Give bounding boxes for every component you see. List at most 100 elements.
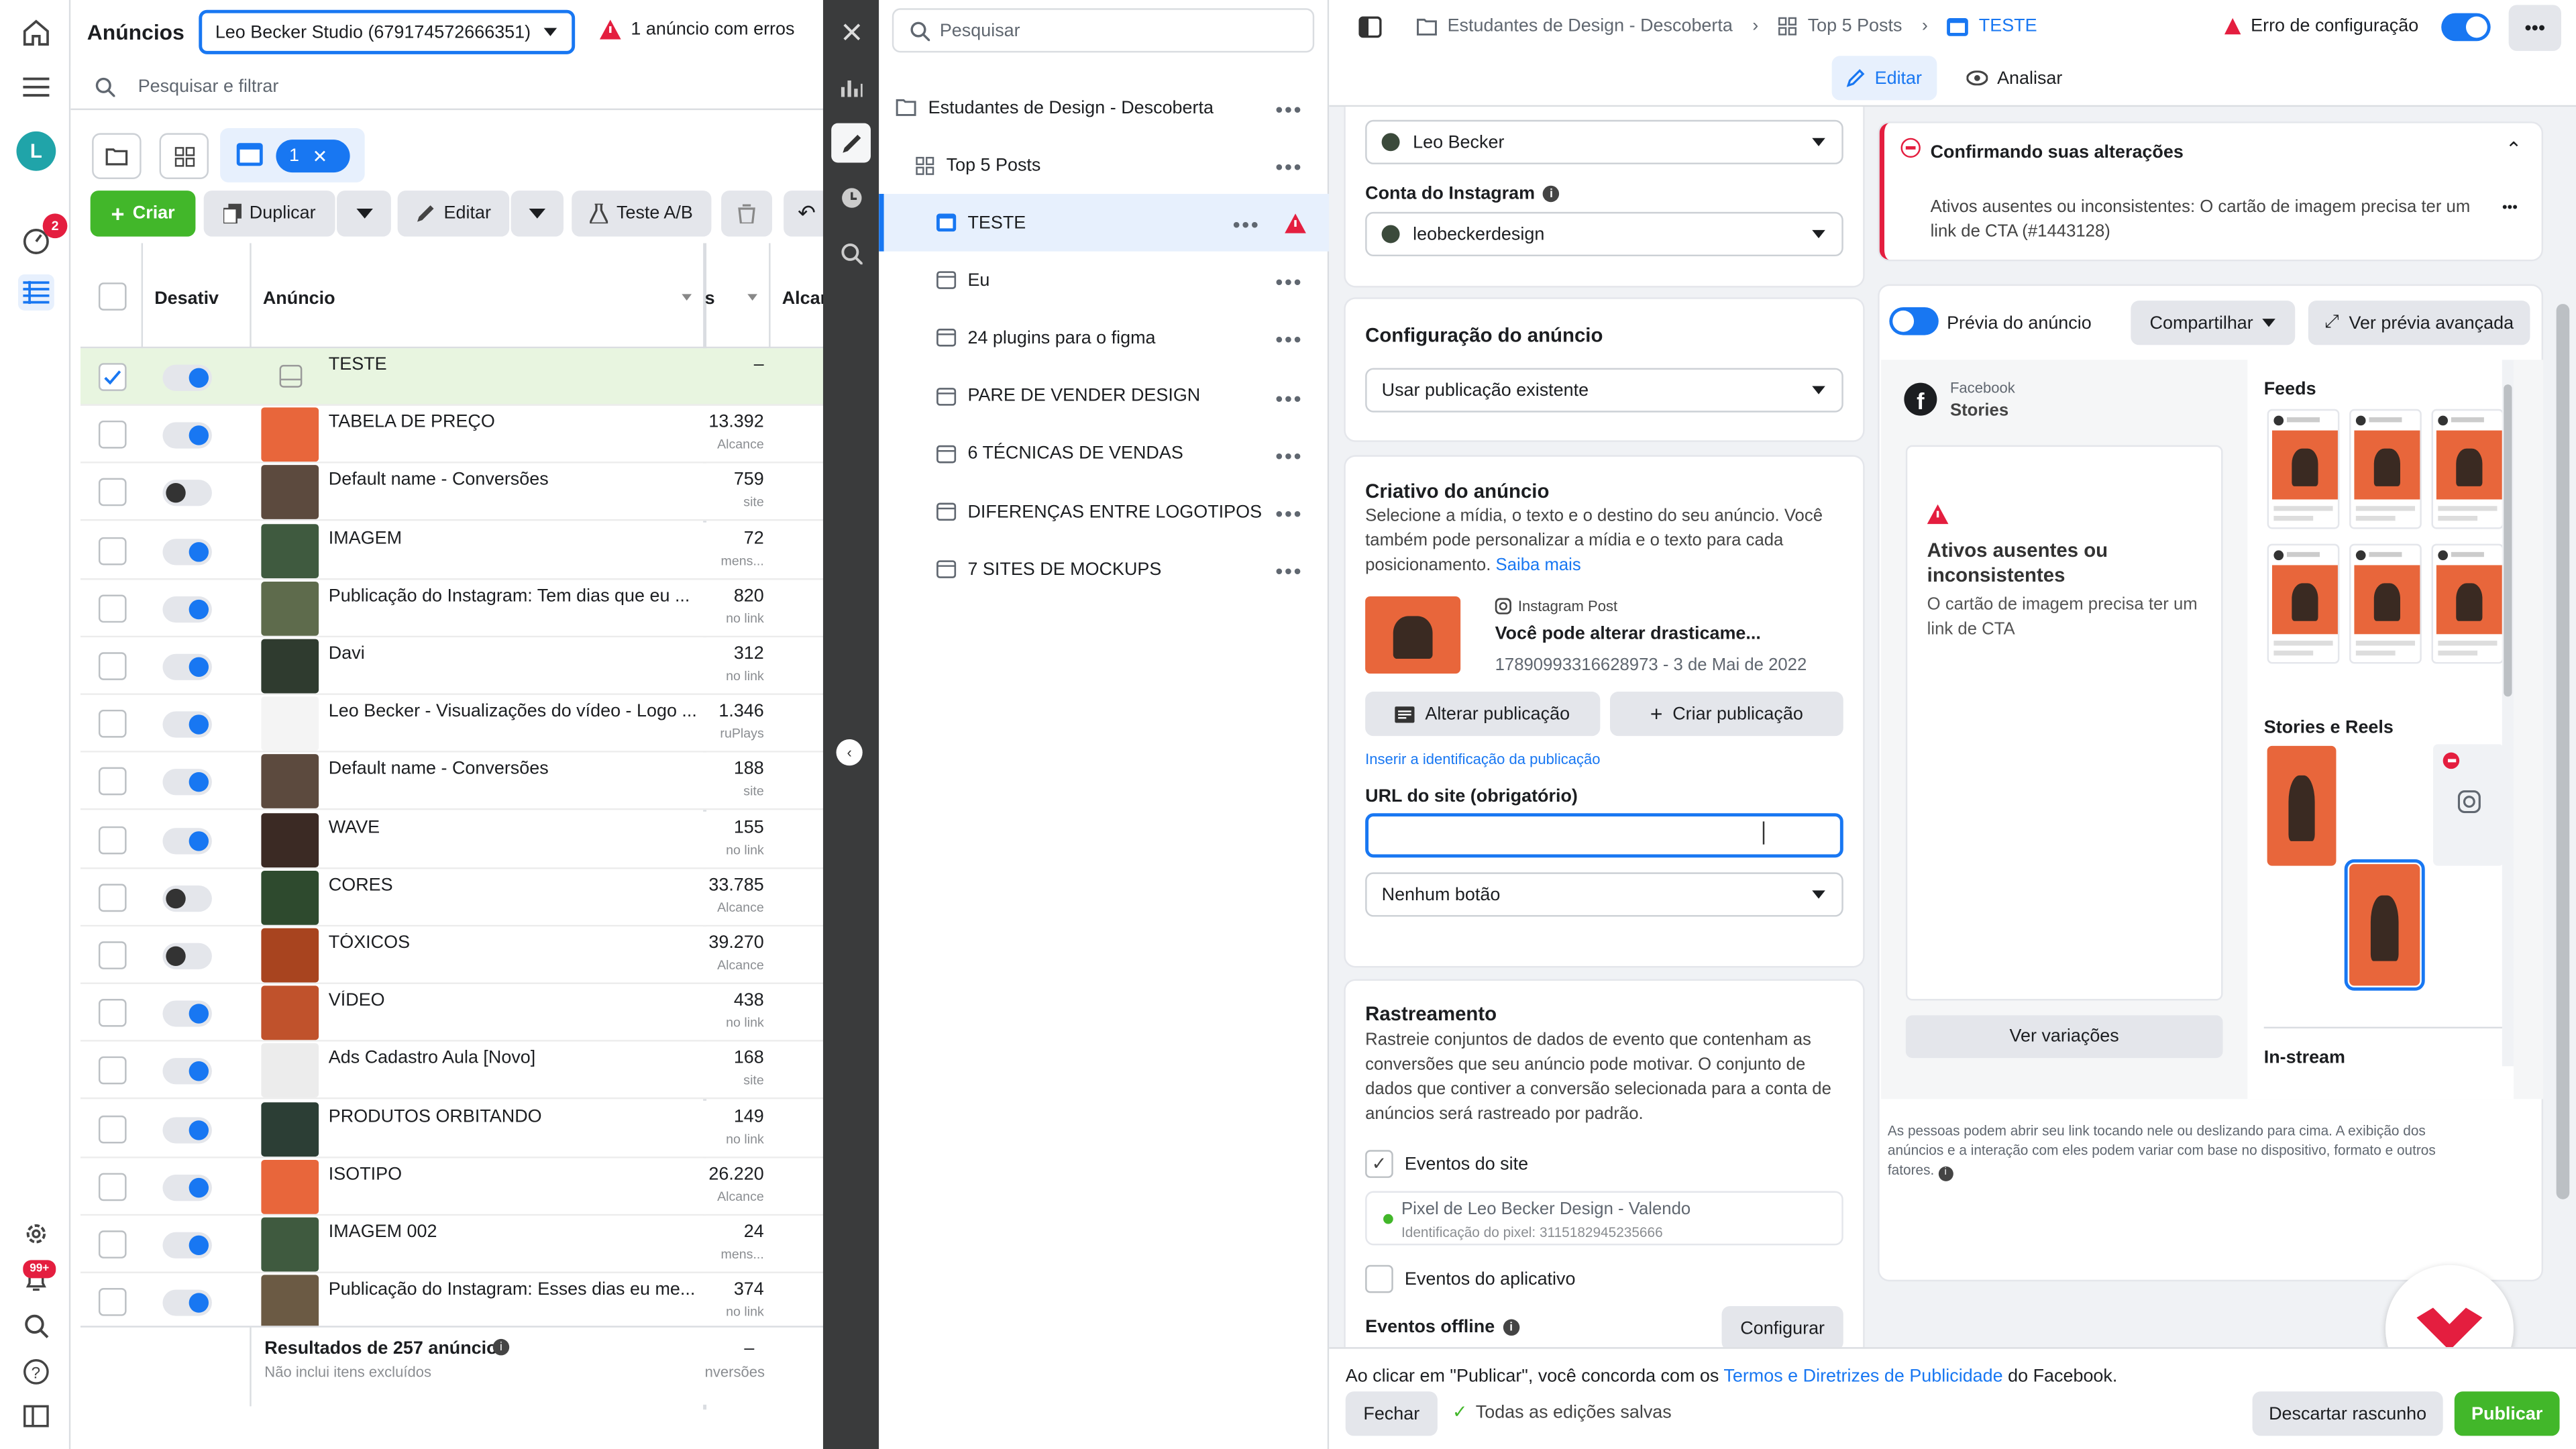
ad-name[interactable]: VÍDEO	[329, 991, 698, 1010]
table-row[interactable]: PRODUTOS ORBITANDO 149 no link	[80, 1099, 823, 1158]
tree-search[interactable]: Pesquisar	[892, 8, 1315, 53]
cta-select[interactable]: Nenhum botão	[1365, 872, 1843, 917]
ad-toggle[interactable]	[162, 653, 212, 680]
table-row[interactable]: TÓXICOS 39.270 Alcance	[80, 926, 823, 984]
page-select[interactable]: Leo Becker	[1365, 119, 1843, 164]
pixel-row[interactable]: Pixel de Leo Becker Design - Valendo Ide…	[1365, 1191, 1843, 1246]
col-off[interactable]: Desativ	[154, 289, 219, 309]
ad-toggle[interactable]	[162, 885, 212, 912]
create-button[interactable]: + Criar	[90, 191, 196, 237]
more-icon[interactable]: •••	[1275, 270, 1303, 294]
menu-icon[interactable]	[18, 69, 54, 105]
ad-toggle[interactable]	[162, 538, 212, 565]
table-row[interactable]: Default name - Conversões 759 site	[80, 464, 823, 522]
col-ad[interactable]: Anúncio	[263, 289, 335, 309]
gear-icon[interactable]	[18, 1216, 54, 1252]
row-checkbox[interactable]	[98, 883, 127, 912]
more-icon[interactable]: •••	[1275, 443, 1303, 468]
ad-toggle[interactable]	[162, 827, 212, 854]
row-checkbox[interactable]	[98, 421, 127, 449]
ad-toggle[interactable]	[162, 769, 212, 796]
ad-toggle[interactable]	[162, 1289, 212, 1317]
info-icon[interactable]: i	[1938, 1166, 1953, 1181]
row-checkbox[interactable]	[98, 767, 127, 796]
sort-icon[interactable]	[682, 294, 692, 301]
tree-adset[interactable]: Top 5 Posts •••	[879, 136, 1329, 194]
ad-toggle[interactable]	[162, 1232, 212, 1258]
ig-select[interactable]: leobeckerdesign	[1365, 211, 1843, 257]
feed-placement-thumb[interactable]	[2349, 543, 2422, 664]
ad-toggle[interactable]	[162, 364, 212, 391]
ad-toggle[interactable]	[162, 711, 212, 739]
share-button[interactable]: Compartilhar	[2131, 301, 2296, 345]
collapse-panel-button[interactable]: ‹	[836, 739, 863, 766]
ad-name[interactable]: ISOTIPO	[329, 1165, 698, 1184]
breadcrumb-adset[interactable]: Top 5 Posts	[1808, 16, 1902, 36]
ad-toggle[interactable]	[162, 1174, 212, 1201]
row-checkbox[interactable]	[98, 478, 127, 507]
terms-link[interactable]: Termos e Diretrizes de Publicidade	[1723, 1367, 2002, 1387]
ad-name[interactable]: Leo Becker - Visualizações do vídeo - Lo…	[329, 702, 698, 721]
info-icon[interactable]: i	[1503, 1319, 1519, 1336]
info-icon[interactable]: i	[492, 1338, 510, 1356]
app-events-checkbox[interactable]: Eventos do aplicativo	[1365, 1265, 1575, 1293]
table-row[interactable]: Publicação do Instagram: Tem dias que eu…	[80, 579, 823, 637]
ad-toggle[interactable]	[162, 480, 212, 507]
ad-name[interactable]: WAVE	[329, 818, 698, 837]
table-row[interactable]: Davi 312 no link	[80, 637, 823, 695]
edit-menu-button[interactable]	[511, 191, 564, 237]
ab-test-button[interactable]: Teste A/B	[572, 191, 712, 237]
table-row[interactable]: Default name - Conversões 188 site	[80, 753, 823, 811]
publish-button[interactable]: Publicar	[2454, 1391, 2560, 1436]
ad-name[interactable]: Ads Cadastro Aula [Novo]	[329, 1049, 698, 1068]
table-row[interactable]: CORES 33.785 Alcance	[80, 869, 823, 926]
ad-toggle[interactable]	[162, 1000, 212, 1028]
tree-ad-item[interactable]: Eu •••	[879, 252, 1329, 309]
tree-campaign[interactable]: Estudantes de Design - Descoberta •••	[879, 79, 1329, 137]
advanced-preview-button[interactable]: ⤢ Ver prévia avançada	[2308, 301, 2530, 345]
folder-view-button[interactable]	[92, 133, 142, 179]
home-icon[interactable]	[18, 15, 54, 51]
row-checkbox[interactable]	[98, 652, 127, 680]
learn-more-link[interactable]: Saiba mais	[1496, 555, 1581, 575]
adconfig-select[interactable]: Usar publicação existente	[1365, 368, 1843, 413]
row-checkbox[interactable]	[98, 594, 127, 623]
scrollbar[interactable]	[2502, 360, 2514, 1067]
ad-name[interactable]: TABELA DE PREÇO	[329, 413, 698, 432]
story-preview[interactable]: Ativos ausentes ou inconsistentes O cart…	[1905, 445, 2223, 1001]
close-button[interactable]: Fechar	[1345, 1391, 1438, 1436]
config-error[interactable]: Erro de configuração	[2224, 16, 2418, 36]
row-checkbox[interactable]	[98, 536, 127, 565]
ad-name[interactable]: Davi	[329, 644, 698, 663]
row-checkbox[interactable]	[98, 825, 127, 854]
ad-name[interactable]: Default name - Conversões	[329, 759, 698, 779]
editor-scrollbar[interactable]	[2553, 107, 2573, 1347]
col-s[interactable]: s	[705, 289, 715, 309]
table-row[interactable]: Ads Cadastro Aula [Novo] 168 site	[80, 1042, 823, 1100]
row-checkbox[interactable]	[98, 999, 127, 1028]
search-input[interactable]: Pesquisar e filtrar	[138, 77, 279, 97]
feed-placement-thumb[interactable]	[2349, 409, 2422, 529]
tree-ad-item[interactable]: PARE DE VENDER DESIGN •••	[879, 368, 1329, 425]
ad-active-toggle[interactable]	[2441, 13, 2491, 42]
close-icon[interactable]: ✕	[313, 146, 328, 166]
ad-name[interactable]: PRODUTOS ORBITANDO	[329, 1107, 698, 1126]
reels-thumb-selected[interactable]	[2344, 859, 2425, 991]
chart-icon[interactable]	[831, 67, 871, 107]
create-post-button[interactable]: + Criar publicação	[1610, 692, 1843, 737]
ad-name[interactable]: Publicação do Instagram: Esses dias eu m…	[329, 1280, 698, 1299]
row-checkbox[interactable]	[98, 1173, 127, 1201]
table-view-icon[interactable]	[17, 274, 54, 311]
tree-ad-item[interactable]: DIFERENÇAS ENTRE LOGOTIPOS •••	[879, 483, 1329, 541]
row-checkbox[interactable]	[98, 363, 127, 391]
clock-icon[interactable]	[831, 177, 871, 217]
pencil-icon[interactable]	[831, 123, 871, 163]
ad-name[interactable]: IMAGEM 002	[329, 1222, 698, 1242]
ad-name[interactable]: CORES	[329, 875, 698, 895]
table-row[interactable]: Publicação do Instagram: Esses dias eu m…	[80, 1273, 823, 1332]
row-checkbox[interactable]	[98, 710, 127, 739]
more-options-button[interactable]: •••	[2508, 5, 2561, 51]
ad-toggle[interactable]	[162, 422, 212, 449]
url-input[interactable]	[1365, 813, 1843, 858]
more-icon[interactable]: •••	[1275, 327, 1303, 352]
